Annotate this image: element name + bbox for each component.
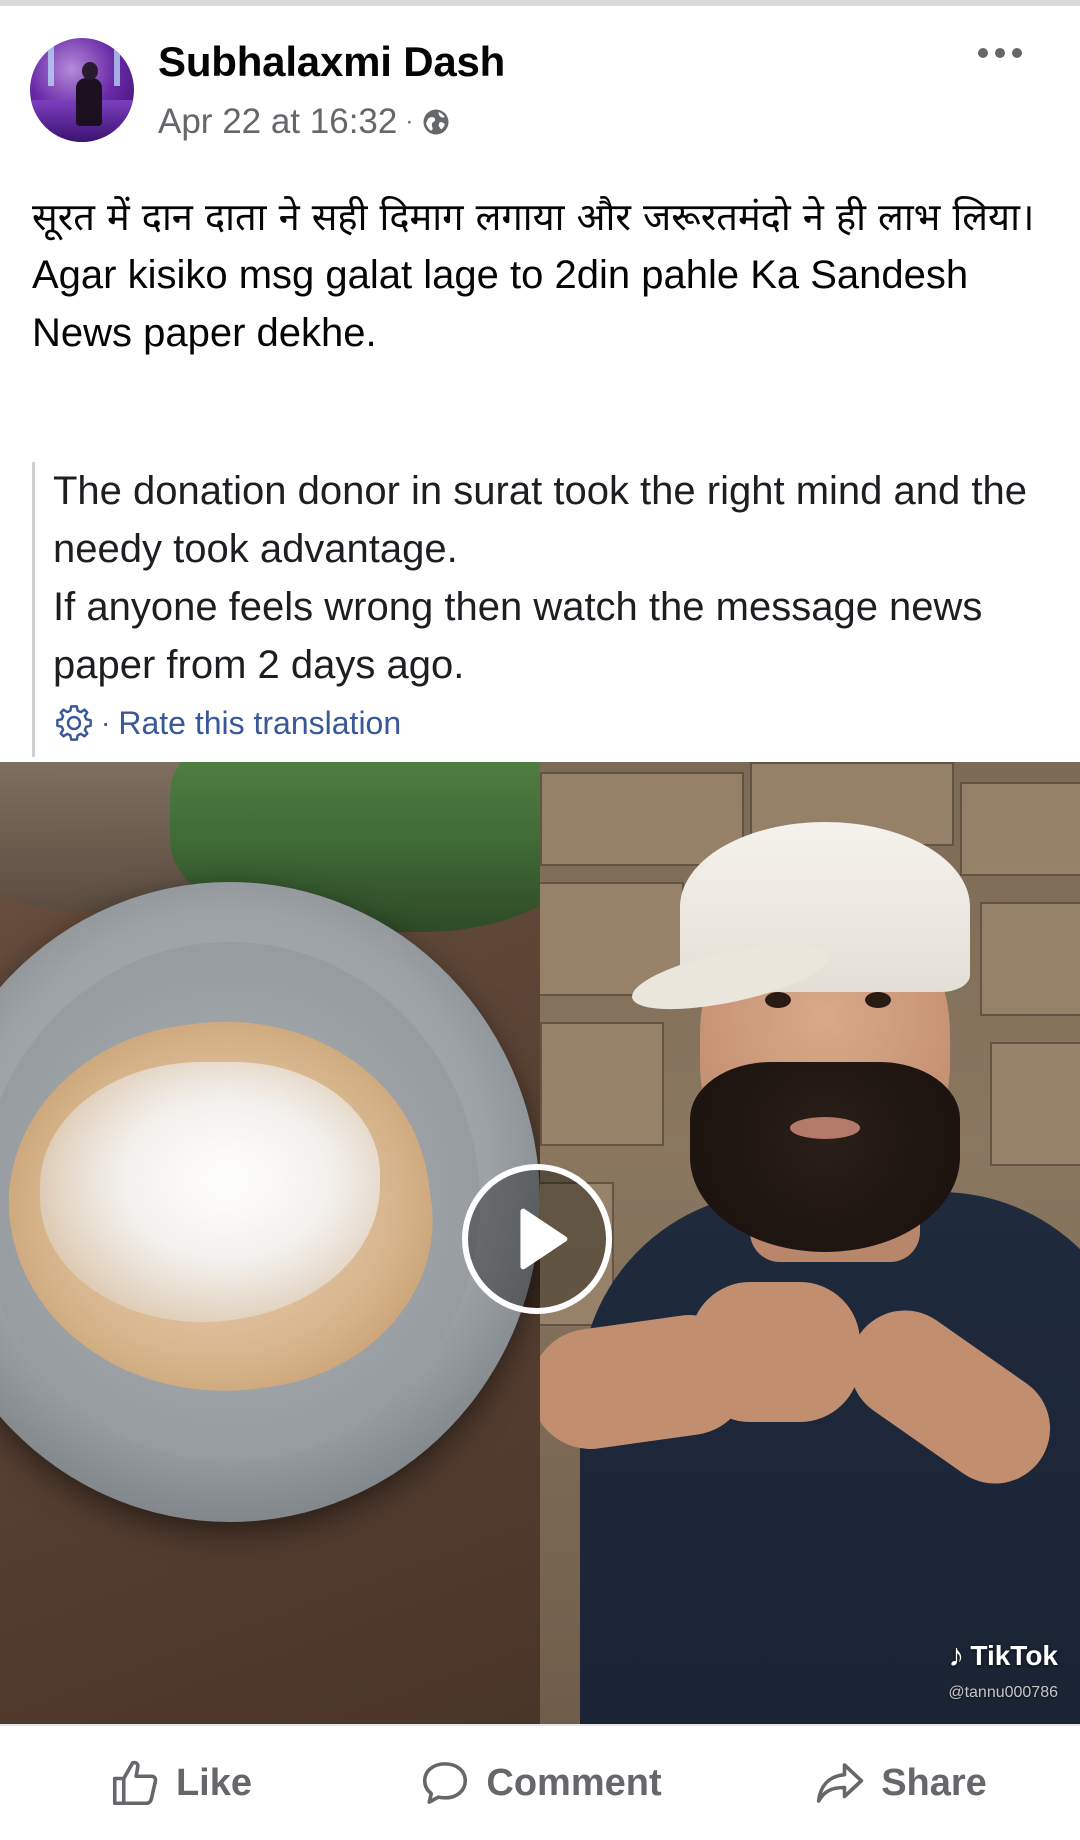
tiktok-label: TikTok [970,1639,1058,1671]
post-text-line: Agar kisiko msg galat lage to 2din pahle… [32,253,969,355]
wall-brick [990,1042,1080,1166]
thumbs-up-icon [112,1760,158,1806]
rate-translation-row: · Rate this translation [53,702,1042,744]
top-divider [0,0,1080,6]
share-label: Share [881,1761,987,1804]
meta-separator: · [405,108,414,135]
man-eye [865,992,891,1008]
avatar[interactable] [30,38,134,142]
stage-light [48,46,54,86]
share-icon [817,1763,864,1803]
tiktok-icon: ♪ [948,1637,965,1673]
man-beard [690,1062,960,1252]
wall-brick [540,1022,664,1146]
action-bar: Like Comment Share [0,1724,1080,1840]
tiktok-handle: @tannu000786 [948,1684,1058,1701]
globe-icon [423,109,449,135]
more-options-icon[interactable] [968,38,1032,68]
post-body: सूरत में दान दाता ने सही दिमाग लगाया और … [32,188,1042,362]
like-label: Like [175,1761,253,1804]
post-timestamp[interactable]: Apr 22 at 16:32 [158,102,397,142]
wall-brick [960,782,1080,876]
play-icon[interactable] [462,1164,612,1314]
video-thumbnail[interactable]: ♪ TikTok @tannu000786 [0,762,1080,1724]
author-name[interactable]: Subhalaxmi Dash [158,38,505,86]
translation-block: The donation donor in surat took the rig… [32,462,1042,757]
post-text-hindi: सूरत में दान दाता ने सही दिमाग लगाया और … [32,195,1035,239]
comment-label: Comment [486,1761,662,1804]
stage-light [114,46,120,86]
man-hand [690,1282,860,1422]
rate-separator: · [101,707,111,738]
translation-line: If anyone feels wrong then watch the mes… [53,585,983,687]
video-left-frame [0,762,540,1724]
comment-icon [423,1762,468,1804]
translation-line: The donation donor in surat took the rig… [53,469,1027,571]
comment-button[interactable]: Comment [360,1726,720,1840]
wall-brick [980,902,1080,1016]
rate-translation-link[interactable]: Rate this translation [118,705,401,742]
man-mouth [790,1117,860,1139]
like-button[interactable]: Like [0,1726,360,1840]
gear-icon[interactable] [53,702,95,744]
tiktok-watermark: ♪ TikTok [948,1637,1058,1674]
man-eye [765,992,791,1008]
post-meta: Apr 22 at 16:32 · [158,102,451,142]
share-button[interactable]: Share [720,1726,1080,1840]
video-right-frame: ♪ TikTok @tannu000786 [540,762,1080,1724]
avatar-figure-head [82,62,98,80]
avatar-figure [76,78,102,126]
